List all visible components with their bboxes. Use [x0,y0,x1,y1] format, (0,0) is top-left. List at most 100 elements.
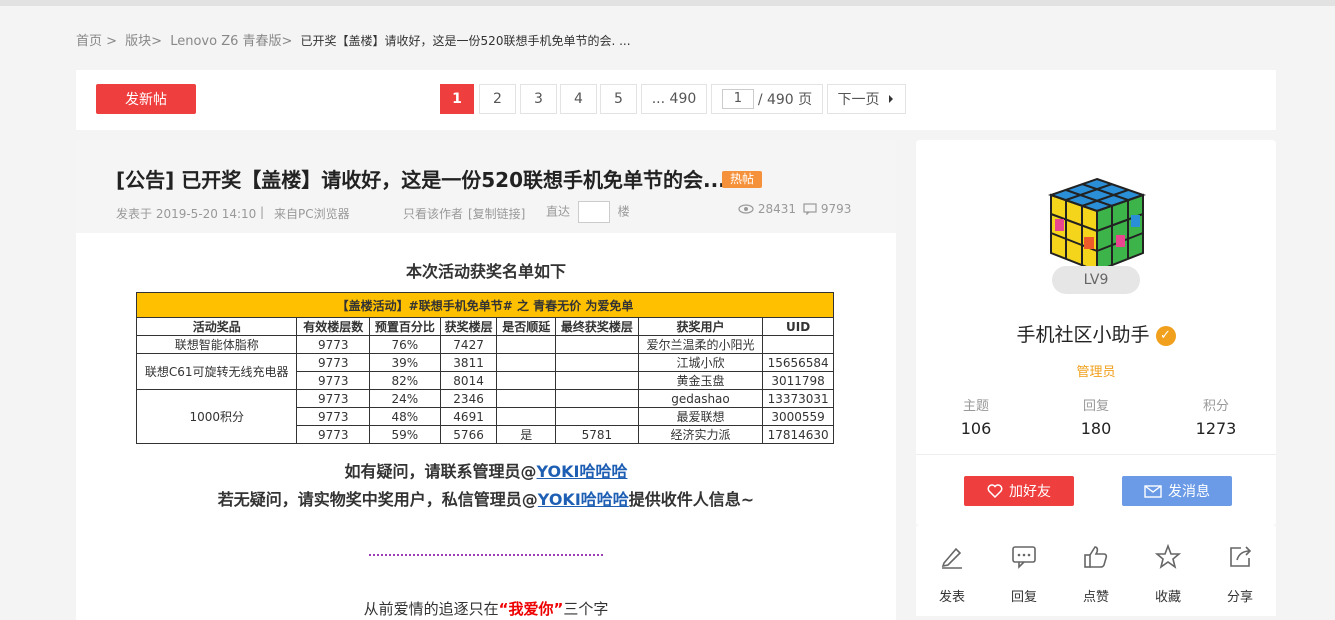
table-header: 预置百分比 [369,317,441,336]
breadcrumb-forum[interactable]: Lenovo Z6 青春版> [170,34,292,49]
action-label: 发表 [938,590,965,605]
verified-icon: ✓ [1155,326,1176,346]
rubiks-cube-avatar-icon [1047,177,1147,273]
action-label: 回复 [1010,590,1037,605]
breadcrumb-board[interactable]: 版块> [125,34,162,49]
table-cell: 5781 [555,425,639,444]
admin-link[interactable]: YOKI哈哈哈 [538,490,629,509]
table-cell: 江城小欣 [637,353,764,372]
eye-icon [738,204,754,214]
contact-line: 如有疑问，请联系管理员@YOKI哈哈哈 [76,458,896,482]
table-header-row: 活动奖品 有效楼层数 预置百分比 获奖楼层 是否顺延 最终获奖楼层 获奖用户 U… [135,317,834,336]
table-cell: 4691 [439,407,498,426]
page-button-2[interactable]: 2 [479,84,516,114]
only-author-link[interactable]: 只看该作者 [403,205,463,222]
prize-cell: 1000积分 [135,389,298,444]
table-cell: 经济实力派 [637,425,764,444]
table-cell: 黄金玉盘 [637,371,764,390]
table-cell [555,371,639,390]
table-cell: 24% [369,389,441,408]
action-reply[interactable]: 回复 [999,544,1049,605]
action-like[interactable]: 点赞 [1071,544,1121,605]
table-cell: 最爱联想 [637,407,764,426]
send-message-button[interactable]: 发消息 [1122,476,1232,506]
envelope-icon [1144,484,1162,498]
card-divider [916,454,1276,455]
table-cell: 76% [369,335,441,354]
table-cell: 3000559 [762,407,834,426]
table-cell [496,389,557,408]
stat-points: 积分 1273 [1176,395,1256,438]
pager-bar: 发新帖 1 2 3 4 5 ... 490 1 / 490 页 下一页 [76,70,1276,130]
thumbs-up-icon [1084,546,1108,568]
stat-replies: 回复 180 [1056,395,1136,438]
add-friend-label: 加好友 [1009,484,1051,500]
table-cell: 48% [369,407,441,426]
action-share[interactable]: 分享 [1215,544,1265,605]
meta-separator: | [260,205,265,219]
share-icon [1230,546,1252,567]
goto-label: 直达 [546,204,571,219]
page-button-3[interactable]: 3 [520,84,557,114]
breadcrumb: 首页 > 版块> Lenovo Z6 青春版> 已开奖【盖楼】请收好，这是一份5… [76,30,635,49]
table-cell: 7427 [439,335,498,354]
post-actions: 发表 回复 点赞 收藏 分享 [916,526,1276,616]
table-cell [555,335,639,354]
floor-label: 楼 [617,204,630,219]
table-cell: 82% [369,371,441,390]
table-cell: 9773 [296,335,371,354]
stat-value: 106 [960,419,992,438]
table-cell [555,389,639,408]
page-button-last[interactable]: ... 490 [641,84,707,114]
comment-icon [803,203,817,216]
page-button-1[interactable]: 1 [440,84,474,114]
breadcrumb-home[interactable]: 首页 > [76,34,117,49]
action-label: 收藏 [1154,590,1181,605]
contact-text: 如有疑问，请联系管理员@ [344,462,537,481]
instruction-tail: 提供收件人信息~ [628,490,755,509]
new-post-button[interactable]: 发新帖 [96,84,196,114]
replies-value: 9793 [820,202,852,216]
page-jump: 1 / 490 页 [711,84,823,114]
action-post[interactable]: 发表 [927,544,977,605]
action-label: 点赞 [1082,590,1109,605]
table-row: 联想C61可旋转无线充电器 9773 39% 3811 江城小欣 1565658… [135,353,834,390]
top-bar [0,0,1335,6]
dotted-divider [369,554,603,556]
table-cell [555,407,639,426]
add-friend-button[interactable]: 加好友 [964,476,1074,506]
stat-label: 回复 [1082,399,1109,414]
page-jump-input[interactable]: 1 [721,89,754,109]
next-page-button[interactable]: 下一页 [827,84,906,114]
author-name[interactable]: 手机社区小助手 [1016,324,1149,346]
level-badge: LV9 [1052,266,1140,294]
table-cell: 9773 [296,389,371,408]
copy-link[interactable]: [复制链接] [468,205,525,222]
table-header: 最终获奖楼层 [555,317,639,336]
page-button-5[interactable]: 5 [600,84,637,114]
table-row: 1000积分 9773 24% 2346 gedashao 13373031 [135,389,834,444]
page-button-4[interactable]: 4 [560,84,597,114]
table-cell [496,371,557,390]
post-source: 来自PC浏览器 [274,207,350,221]
post-panel: [公告] 已开奖【盖楼】请收好，这是一份520联想手机免单节的会... 热帖 发… [76,140,896,620]
avatar[interactable] [1046,175,1148,275]
table-header: UID [762,317,834,336]
action-favorite[interactable]: 收藏 [1143,543,1193,605]
poem-text: 从前爱情的追逐只在 [363,600,499,618]
prize-cell: 联想智能体脂称 [135,335,298,354]
table-cell: 9773 [296,425,371,444]
floor-input[interactable] [577,201,610,223]
author-role: 管理员 [1076,365,1116,380]
admin-link[interactable]: YOKI哈哈哈 [537,462,628,481]
instruction-text: 若无疑问，请实物奖中奖用户，私信管理员@ [217,490,538,509]
stat-label: 积分 [1202,399,1229,414]
author-card: LV9 手机社区小助手 ✓ 管理员 主题 106 回复 180 积分 1273 加… [916,140,1276,526]
table-cell [762,335,834,354]
table-cell: 8014 [439,371,498,390]
table-header: 活动奖品 [135,317,298,336]
table-cell: 3811 [439,353,498,372]
table-cell: 13373031 [762,389,834,408]
table-cell: 2346 [439,389,498,408]
table-cell: 9773 [296,371,371,390]
